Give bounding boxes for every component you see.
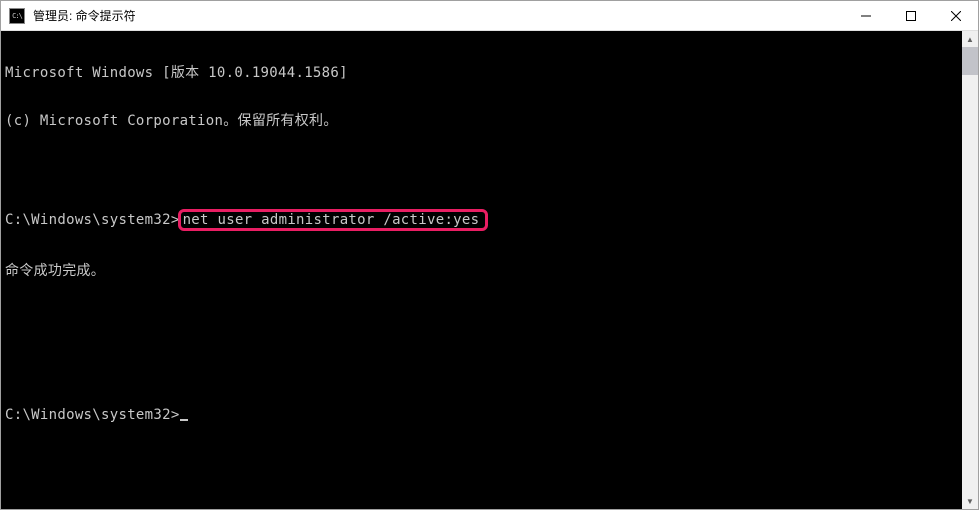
scroll-thumb[interactable] (962, 47, 978, 75)
copyright-line: (c) Microsoft Corporation。保留所有权利。 (5, 113, 962, 129)
titlebar-left: C:\ 管理员: 命令提示符 (1, 7, 136, 24)
close-icon (951, 11, 961, 21)
version-line: Microsoft Windows [版本 10.0.19044.1586] (5, 65, 962, 81)
close-button[interactable] (933, 1, 978, 30)
chevron-down-icon: ▼ (966, 497, 974, 506)
content-area: Microsoft Windows [版本 10.0.19044.1586] (… (1, 31, 978, 509)
minimize-icon (861, 11, 871, 21)
vertical-scrollbar[interactable]: ▲ ▼ (962, 31, 978, 509)
command-text: net user administrator /active:yes (183, 212, 480, 228)
window-controls (843, 1, 978, 30)
scroll-down-button[interactable]: ▼ (962, 493, 978, 509)
blank-line (5, 161, 962, 177)
cmd-icon-label: C:\ (12, 12, 22, 20)
cmd-icon: C:\ (9, 8, 25, 24)
command-line-1: C:\Windows\system32>net user administrat… (5, 209, 962, 231)
command-line-2: C:\Windows\system32> (5, 407, 962, 423)
terminal-output[interactable]: Microsoft Windows [版本 10.0.19044.1586] (… (1, 31, 962, 509)
maximize-button[interactable] (888, 1, 933, 30)
command-prompt-window: C:\ 管理员: 命令提示符 Microsoft Windows [版本 10.… (0, 0, 979, 510)
chevron-up-icon: ▲ (966, 35, 974, 44)
blank-line (5, 311, 962, 327)
cursor (180, 419, 188, 421)
minimize-button[interactable] (843, 1, 888, 30)
highlighted-command: net user administrator /active:yes (178, 209, 489, 231)
scroll-up-button[interactable]: ▲ (962, 31, 978, 47)
prompt-2: C:\Windows\system32> (5, 407, 180, 423)
window-title: 管理员: 命令提示符 (33, 7, 136, 24)
result-line: 命令成功完成。 (5, 263, 962, 279)
prompt-1: C:\Windows\system32> (5, 212, 180, 228)
blank-line (5, 359, 962, 375)
maximize-icon (906, 11, 916, 21)
titlebar[interactable]: C:\ 管理员: 命令提示符 (1, 1, 978, 31)
